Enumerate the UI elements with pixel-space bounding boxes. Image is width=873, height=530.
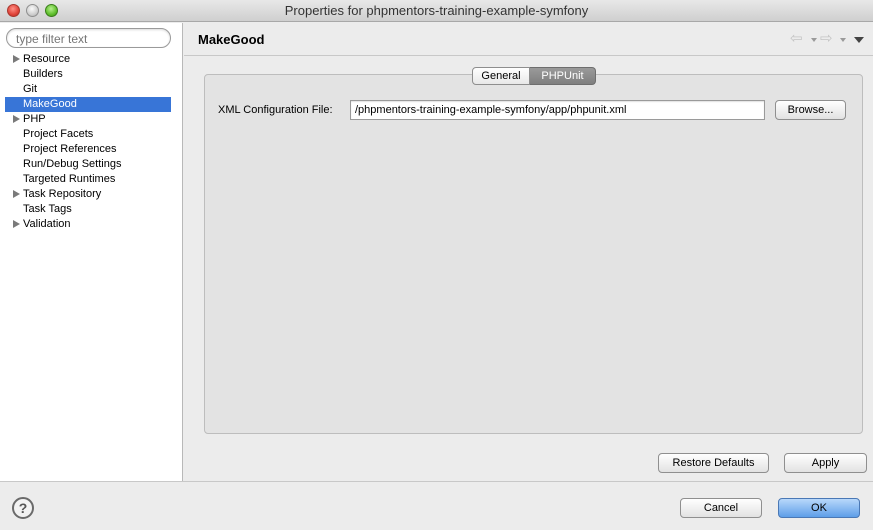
tree-item-run-debug-settings[interactable]: Run/Debug Settings [0, 157, 183, 172]
tab-general[interactable]: General [472, 67, 530, 85]
forward-dropdown-icon[interactable] [840, 38, 846, 42]
back-arrow-icon[interactable]: ⇦ [790, 31, 808, 46]
tree-item-php[interactable]: PHP [0, 112, 183, 127]
footer-divider [0, 481, 873, 482]
expand-triangle-icon[interactable] [13, 190, 20, 198]
browse-button[interactable]: Browse... [775, 100, 846, 120]
property-tree: Resource Builders Git MakeGood PHP Proje… [0, 52, 183, 232]
cancel-button[interactable]: Cancel [680, 498, 762, 518]
tree-item-label: Task Repository [23, 188, 102, 200]
header-divider [184, 55, 873, 56]
tree-item-validation[interactable]: Validation [0, 217, 183, 232]
tree-item-label: Targeted Runtimes [23, 173, 116, 185]
tree-item-label: Resource [23, 53, 71, 65]
tree-item-label: Git [23, 83, 38, 95]
xml-config-input[interactable] [350, 100, 765, 120]
expand-triangle-icon[interactable] [13, 115, 20, 123]
expand-triangle-icon[interactable] [13, 55, 20, 63]
ok-button[interactable]: OK [778, 498, 860, 518]
tree-item-label: Project Facets [23, 128, 94, 140]
tree-item-targeted-runtimes[interactable]: Targeted Runtimes [0, 172, 183, 187]
tree-item-resource[interactable]: Resource [0, 52, 183, 67]
tree-item-task-repository[interactable]: Task Repository [0, 187, 183, 202]
restore-defaults-button[interactable]: Restore Defaults [658, 453, 769, 473]
tab-panel [204, 74, 863, 434]
tree-item-label: Project References [23, 143, 117, 155]
tab-bar: General PHPUnit [472, 67, 596, 85]
sidebar: Resource Builders Git MakeGood PHP Proje… [0, 23, 183, 481]
tree-item-label: PHP [23, 113, 46, 125]
apply-button[interactable]: Apply [784, 453, 867, 473]
tab-phpunit[interactable]: PHPUnit [530, 67, 596, 85]
view-menu-icon[interactable] [854, 37, 864, 43]
tree-item-label: MakeGood [23, 98, 77, 110]
help-icon[interactable]: ? [12, 497, 34, 519]
tree-item-project-references[interactable]: Project References [0, 142, 183, 157]
expand-triangle-icon[interactable] [13, 220, 20, 228]
tree-item-git[interactable]: Git [0, 82, 183, 97]
tree-item-task-tags[interactable]: Task Tags [0, 202, 183, 217]
forward-arrow-icon[interactable]: ⇨ [820, 31, 838, 46]
page-title: MakeGood [198, 32, 265, 47]
window-title: Properties for phpmentors-training-examp… [284, 3, 589, 18]
title-bar: Properties for phpmentors-training-examp… [0, 0, 873, 22]
tree-item-makegood[interactable]: MakeGood [5, 97, 171, 112]
tree-item-label: Validation [23, 218, 71, 230]
tree-item-builders[interactable]: Builders [0, 67, 183, 82]
tree-item-project-facets[interactable]: Project Facets [0, 127, 183, 142]
back-dropdown-icon[interactable] [811, 38, 817, 42]
filter-input[interactable] [6, 28, 171, 48]
tree-item-label: Run/Debug Settings [23, 158, 122, 170]
xml-config-label: XML Configuration File: [218, 104, 333, 116]
tree-item-label: Task Tags [23, 203, 72, 215]
tree-item-label: Builders [23, 68, 63, 80]
main-panel: MakeGood ⇦ ⇨ General PHPUnit XML Configu… [184, 23, 873, 481]
